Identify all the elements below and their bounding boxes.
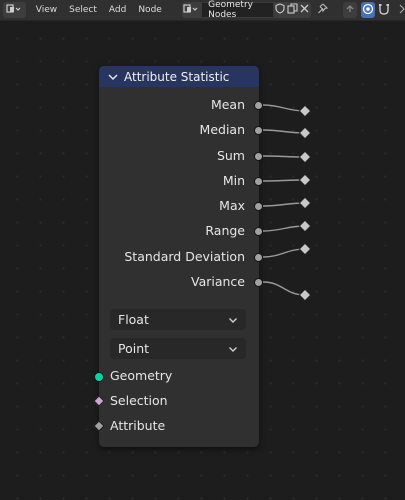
output-socket-variance[interactable]: [254, 278, 263, 287]
link-median: [262, 129, 306, 134]
input-label-selection: Selection: [110, 393, 168, 408]
output-socket-sum[interactable]: [254, 152, 263, 161]
output-label-variance: Variance: [191, 274, 245, 289]
chevron-down-icon: [228, 341, 238, 356]
output-socket-mean[interactable]: [254, 101, 263, 110]
reroute-node-6[interactable]: [298, 219, 312, 233]
node-header[interactable]: Attribute Statistic: [99, 66, 259, 87]
output-label-range: Range: [205, 223, 245, 238]
data-type-dropdown[interactable]: Float: [110, 309, 246, 330]
output-label-mean: Mean: [210, 97, 245, 112]
chevron-down-icon: [228, 312, 238, 327]
link-sum: [262, 155, 306, 158]
output-socket-min[interactable]: [254, 177, 263, 186]
output-socket-standard-deviation[interactable]: [254, 253, 263, 262]
link-standard-deviation: [262, 248, 306, 258]
link-variance: [262, 281, 306, 296]
output-socket-max[interactable]: [254, 202, 263, 211]
input-socket-geometry[interactable]: [94, 372, 104, 382]
domain-dropdown[interactable]: Point: [110, 338, 246, 359]
input-label-attribute: Attribute: [110, 418, 166, 433]
domain-value: Point: [118, 341, 150, 356]
output-label-sum: Sum: [216, 148, 245, 163]
reroute-node-1[interactable]: [298, 104, 312, 118]
reroute-node-5[interactable]: [298, 196, 312, 210]
output-socket-range[interactable]: [254, 227, 263, 236]
reroute-node-8[interactable]: [298, 288, 312, 302]
reroute-node-7[interactable]: [298, 242, 312, 256]
collapse-chevron-icon[interactable]: [108, 73, 118, 81]
input-label-geometry: Geometry: [110, 368, 173, 383]
link-min: [262, 179, 306, 182]
output-label-max: Max: [219, 198, 245, 213]
reroute-node-3[interactable]: [298, 150, 312, 164]
reroute-node-4[interactable]: [298, 173, 312, 187]
output-label-median: Median: [199, 122, 245, 137]
link-mean: [262, 104, 306, 112]
link-max: [262, 202, 306, 207]
output-socket-median[interactable]: [254, 126, 263, 135]
node-title: Attribute Statistic: [124, 69, 230, 84]
output-label-min: Min: [222, 173, 245, 188]
output-label-standard-deviation: Standard Deviation: [124, 249, 245, 264]
attribute-statistic-node[interactable]: Attribute Statistic Mean Median Sum Min …: [93, 66, 263, 447]
reroute-node-2[interactable]: [298, 126, 312, 140]
data-type-value: Float: [118, 312, 149, 327]
link-range: [262, 225, 306, 232]
